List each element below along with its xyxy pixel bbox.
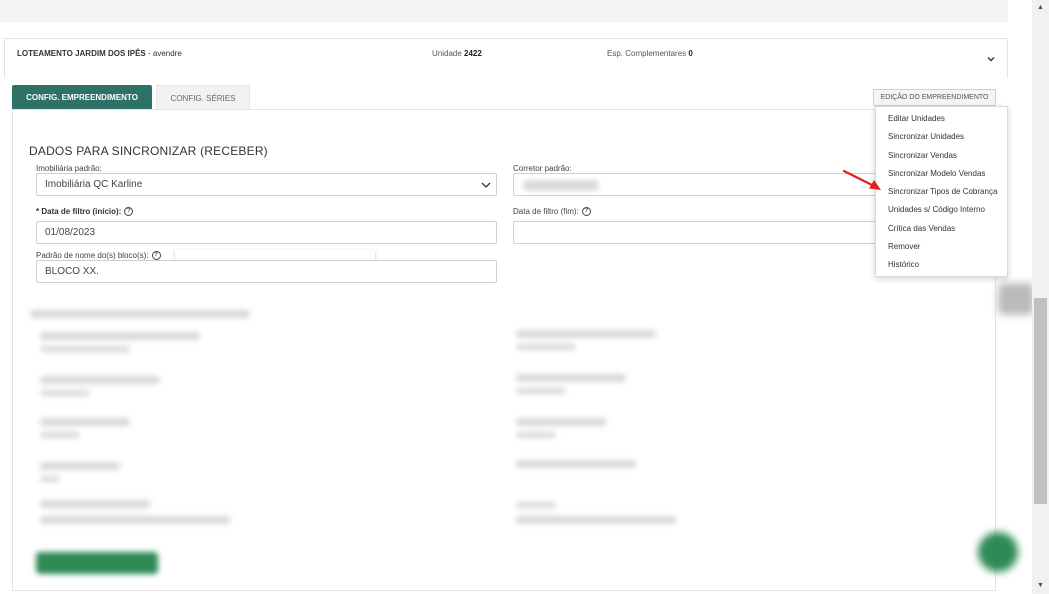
- top-bar: [0, 0, 1008, 22]
- data-inicio-value: 01/08/2023: [45, 227, 96, 238]
- menu-item-sincronizar-vendas[interactable]: Sincronizar Vendas: [888, 151, 957, 160]
- menu-item-historico[interactable]: Histórico: [888, 260, 919, 269]
- red-arrow-annotation: [842, 169, 881, 190]
- unit-count: Unidade 2422: [432, 49, 482, 58]
- floating-widget[interactable]: [998, 283, 1034, 315]
- data-fim-label: Data de filtro (fim):?: [513, 207, 591, 217]
- edition-dropdown-menu: Editar Unidades Sincronizar Unidades Sin…: [875, 106, 1008, 277]
- corretor-value-redacted: [523, 180, 599, 191]
- menu-item-editar-unidades[interactable]: Editar Unidades: [888, 114, 945, 123]
- padrao-bloco-input[interactable]: BLOCO XX.: [36, 260, 497, 283]
- development-header[interactable]: LOTEAMENTO JARDIM DOS IPÊS - avendre Uni…: [4, 38, 1008, 78]
- menu-item-sincronizar-unidades[interactable]: Sincronizar Unidades: [888, 132, 964, 141]
- imobiliaria-label: Imobiliária padrão:: [36, 164, 102, 173]
- chevron-down-icon: [481, 182, 491, 188]
- menu-item-unidades-sem-codigo[interactable]: Unidades s/ Código Interno: [888, 205, 985, 214]
- padrao-bloco-label: Padrão de nome do(s) bloco(s):?: [36, 251, 161, 261]
- help-icon[interactable]: ?: [581, 207, 591, 217]
- scroll-down-arrow-icon[interactable]: ▼: [1032, 578, 1049, 594]
- development-title: LOTEAMENTO JARDIM DOS IPÊS - avendre: [17, 49, 182, 58]
- menu-item-remover[interactable]: Remover: [888, 242, 920, 251]
- esp-complementares-count: Esp. Complementares 0: [607, 49, 693, 58]
- imobiliaria-value: Imobiliária QC Karline: [45, 179, 143, 190]
- chat-button[interactable]: [978, 532, 1018, 572]
- imobiliaria-select[interactable]: Imobiliária QC Karline: [36, 173, 497, 196]
- menu-item-sincronizar-modelo-vendas[interactable]: Sincronizar Modelo Vendas: [888, 169, 985, 178]
- scrollbar[interactable]: [1032, 0, 1049, 594]
- data-inicio-input[interactable]: 01/08/2023: [36, 221, 497, 244]
- edicao-empreendimento-button[interactable]: EDIÇÃO DO EMPREENDIMENTO: [873, 89, 996, 106]
- corretor-label: Corretor padrão:: [513, 164, 572, 173]
- menu-item-sincronizar-tipos-cobranca[interactable]: Sincronizar Tipos de Cobrança: [888, 187, 997, 196]
- blurred-content: [20, 300, 1020, 585]
- section-title: DADOS PARA SINCRONIZAR (RECEBER): [29, 144, 268, 158]
- tab-config-series[interactable]: CONFIG. SÉRIES: [156, 85, 250, 110]
- data-fim-input[interactable]: [513, 221, 913, 244]
- scrollbar-thumb[interactable]: [1034, 298, 1047, 504]
- padrao-bloco-value: BLOCO XX.: [45, 266, 99, 277]
- data-inicio-label: * Data de filtro (início):?: [36, 207, 134, 217]
- tab-config-empreendimento[interactable]: CONFIG. EMPREENDIMENTO: [12, 85, 152, 110]
- scroll-up-arrow-icon[interactable]: ▲: [1032, 0, 1049, 16]
- chevron-down-icon[interactable]: [985, 53, 997, 65]
- menu-item-critica-vendas[interactable]: Crítica das Vendas: [888, 224, 955, 233]
- help-icon[interactable]: ?: [124, 207, 134, 217]
